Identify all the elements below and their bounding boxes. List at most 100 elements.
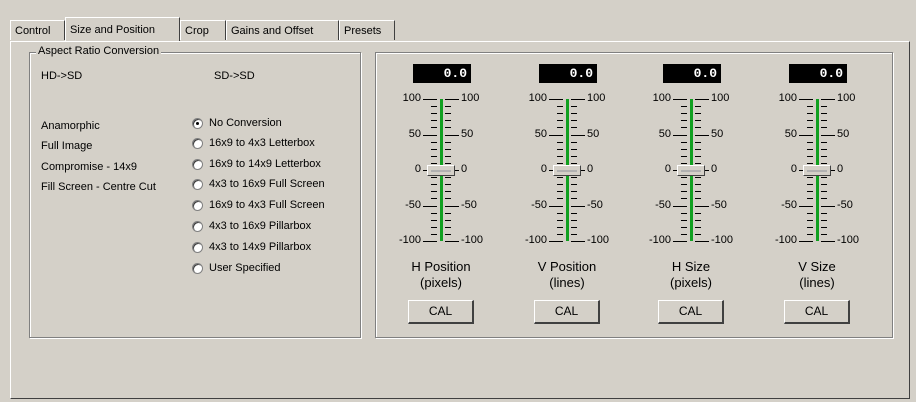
slider-tick xyxy=(695,227,701,228)
scale-label-right: -100 xyxy=(837,234,860,246)
scale-label-right: 100 xyxy=(587,92,606,104)
scale-label-right: 50 xyxy=(837,128,850,140)
scale-label-left: 50 xyxy=(784,128,797,140)
cal-button[interactable]: CAL xyxy=(658,300,724,324)
scale-label-right: -50 xyxy=(711,199,727,211)
hd-sd-header: HD->SD xyxy=(41,70,83,82)
radio-option-2[interactable]: 16x9 to 14x9 Letterbox xyxy=(192,156,321,172)
slider-caption-title: V Position xyxy=(537,259,597,274)
slider-tick xyxy=(799,99,813,100)
slider-tick xyxy=(445,142,451,143)
tab-crop[interactable]: Crop xyxy=(180,20,226,40)
slider-tick xyxy=(695,99,709,100)
slider-caption-unit: (lines) xyxy=(799,275,835,290)
slider-tick xyxy=(695,184,701,185)
slider-tick xyxy=(549,99,563,100)
slider-value-readout: 0.0 xyxy=(413,64,471,83)
slider-thumb[interactable] xyxy=(553,165,581,176)
scale-label-left: -100 xyxy=(524,234,547,246)
tab-control[interactable]: Control xyxy=(10,20,65,40)
slider-tick xyxy=(681,120,687,121)
slider-tick xyxy=(571,213,577,214)
scale-label-left: 0 xyxy=(790,163,797,175)
slider-tick xyxy=(821,99,835,100)
tab-size-and-position[interactable]: Size and Position xyxy=(65,17,180,41)
scale-label-left: 50 xyxy=(658,128,671,140)
slider-tick xyxy=(821,142,827,143)
scale-label-right: 0 xyxy=(587,163,594,175)
slider-tick xyxy=(571,113,577,114)
cal-button[interactable]: CAL xyxy=(534,300,600,324)
scale-label-left: 100 xyxy=(528,92,547,104)
radio-circle-icon xyxy=(192,137,203,149)
slider-tick xyxy=(695,234,701,235)
slider-tick xyxy=(431,191,437,192)
radio-option-0[interactable]: No Conversion xyxy=(192,115,282,131)
slider-tick xyxy=(557,127,563,128)
slider-tick xyxy=(571,227,577,228)
slider-caption-unit: (pixels) xyxy=(420,275,462,290)
radio-option-6[interactable]: 4x3 to 14x9 Pillarbox xyxy=(192,239,311,255)
slider-tick xyxy=(673,206,687,207)
radio-option-label: No Conversion xyxy=(209,117,282,129)
radio-option-1[interactable]: 16x9 to 4x3 Letterbox xyxy=(192,135,315,151)
slider-thumb[interactable] xyxy=(427,165,455,176)
radio-circle-icon xyxy=(192,199,203,211)
slider-tick xyxy=(571,163,577,164)
slider-tick xyxy=(673,99,687,100)
slider-tick xyxy=(807,163,813,164)
slider-tick xyxy=(681,113,687,114)
slider-tick xyxy=(807,156,813,157)
tab-presets[interactable]: Presets xyxy=(339,20,395,40)
radio-option-5[interactable]: 4x3 to 16x9 Pillarbox xyxy=(192,218,311,234)
slider-tick xyxy=(431,120,437,121)
slider-tick xyxy=(557,227,563,228)
scale-label-left: 100 xyxy=(778,92,797,104)
slider-tick xyxy=(807,213,813,214)
slider-tick xyxy=(807,106,813,107)
slider-tick xyxy=(571,156,577,157)
slider-tick xyxy=(431,227,437,228)
slider-thumb[interactable] xyxy=(803,165,831,176)
slider-tick xyxy=(821,135,835,136)
slider-tick xyxy=(695,127,701,128)
slider-tick xyxy=(821,149,827,150)
slider-thumb[interactable] xyxy=(677,165,705,176)
slider-value-readout: 0.0 xyxy=(663,64,721,83)
cal-button[interactable]: CAL xyxy=(408,300,474,324)
slider-tick xyxy=(681,142,687,143)
scale-label-right: 0 xyxy=(837,163,844,175)
slider-tick xyxy=(445,227,451,228)
slider-tick xyxy=(445,163,451,164)
slider-tick xyxy=(821,213,827,214)
slider-tick xyxy=(431,149,437,150)
radio-option-4[interactable]: 16x9 to 4x3 Full Screen xyxy=(192,197,325,213)
scale-label-right: 0 xyxy=(711,163,718,175)
scale-label-left: 0 xyxy=(664,163,671,175)
slider-tick xyxy=(557,142,563,143)
radio-circle-icon xyxy=(192,241,203,253)
slider-tick xyxy=(571,149,577,150)
slider-tick xyxy=(571,142,577,143)
slider-tick xyxy=(821,198,827,199)
cal-button[interactable]: CAL xyxy=(784,300,850,324)
slider-tick xyxy=(423,241,437,242)
slider-tick xyxy=(821,156,827,157)
slider-tick xyxy=(445,213,451,214)
slider-tick xyxy=(445,220,451,221)
radio-option-3[interactable]: 4x3 to 16x9 Full Screen xyxy=(192,176,325,192)
slider-tick xyxy=(431,142,437,143)
scale-label-right: 50 xyxy=(587,128,600,140)
slider-tick xyxy=(695,198,701,199)
scale-label-right: 100 xyxy=(461,92,480,104)
slider-tick xyxy=(695,241,709,242)
slider-tick xyxy=(571,241,585,242)
radio-option-7[interactable]: User Specified xyxy=(192,260,281,276)
tab-gains-and-offset[interactable]: Gains and Offset xyxy=(226,20,339,40)
scale-label-left: -100 xyxy=(648,234,671,246)
slider-tick xyxy=(695,106,701,107)
scale-label-left: -50 xyxy=(781,199,797,211)
slider-tick xyxy=(821,220,827,221)
sd-sd-header: SD->SD xyxy=(214,70,255,82)
slider-tick xyxy=(807,177,813,178)
